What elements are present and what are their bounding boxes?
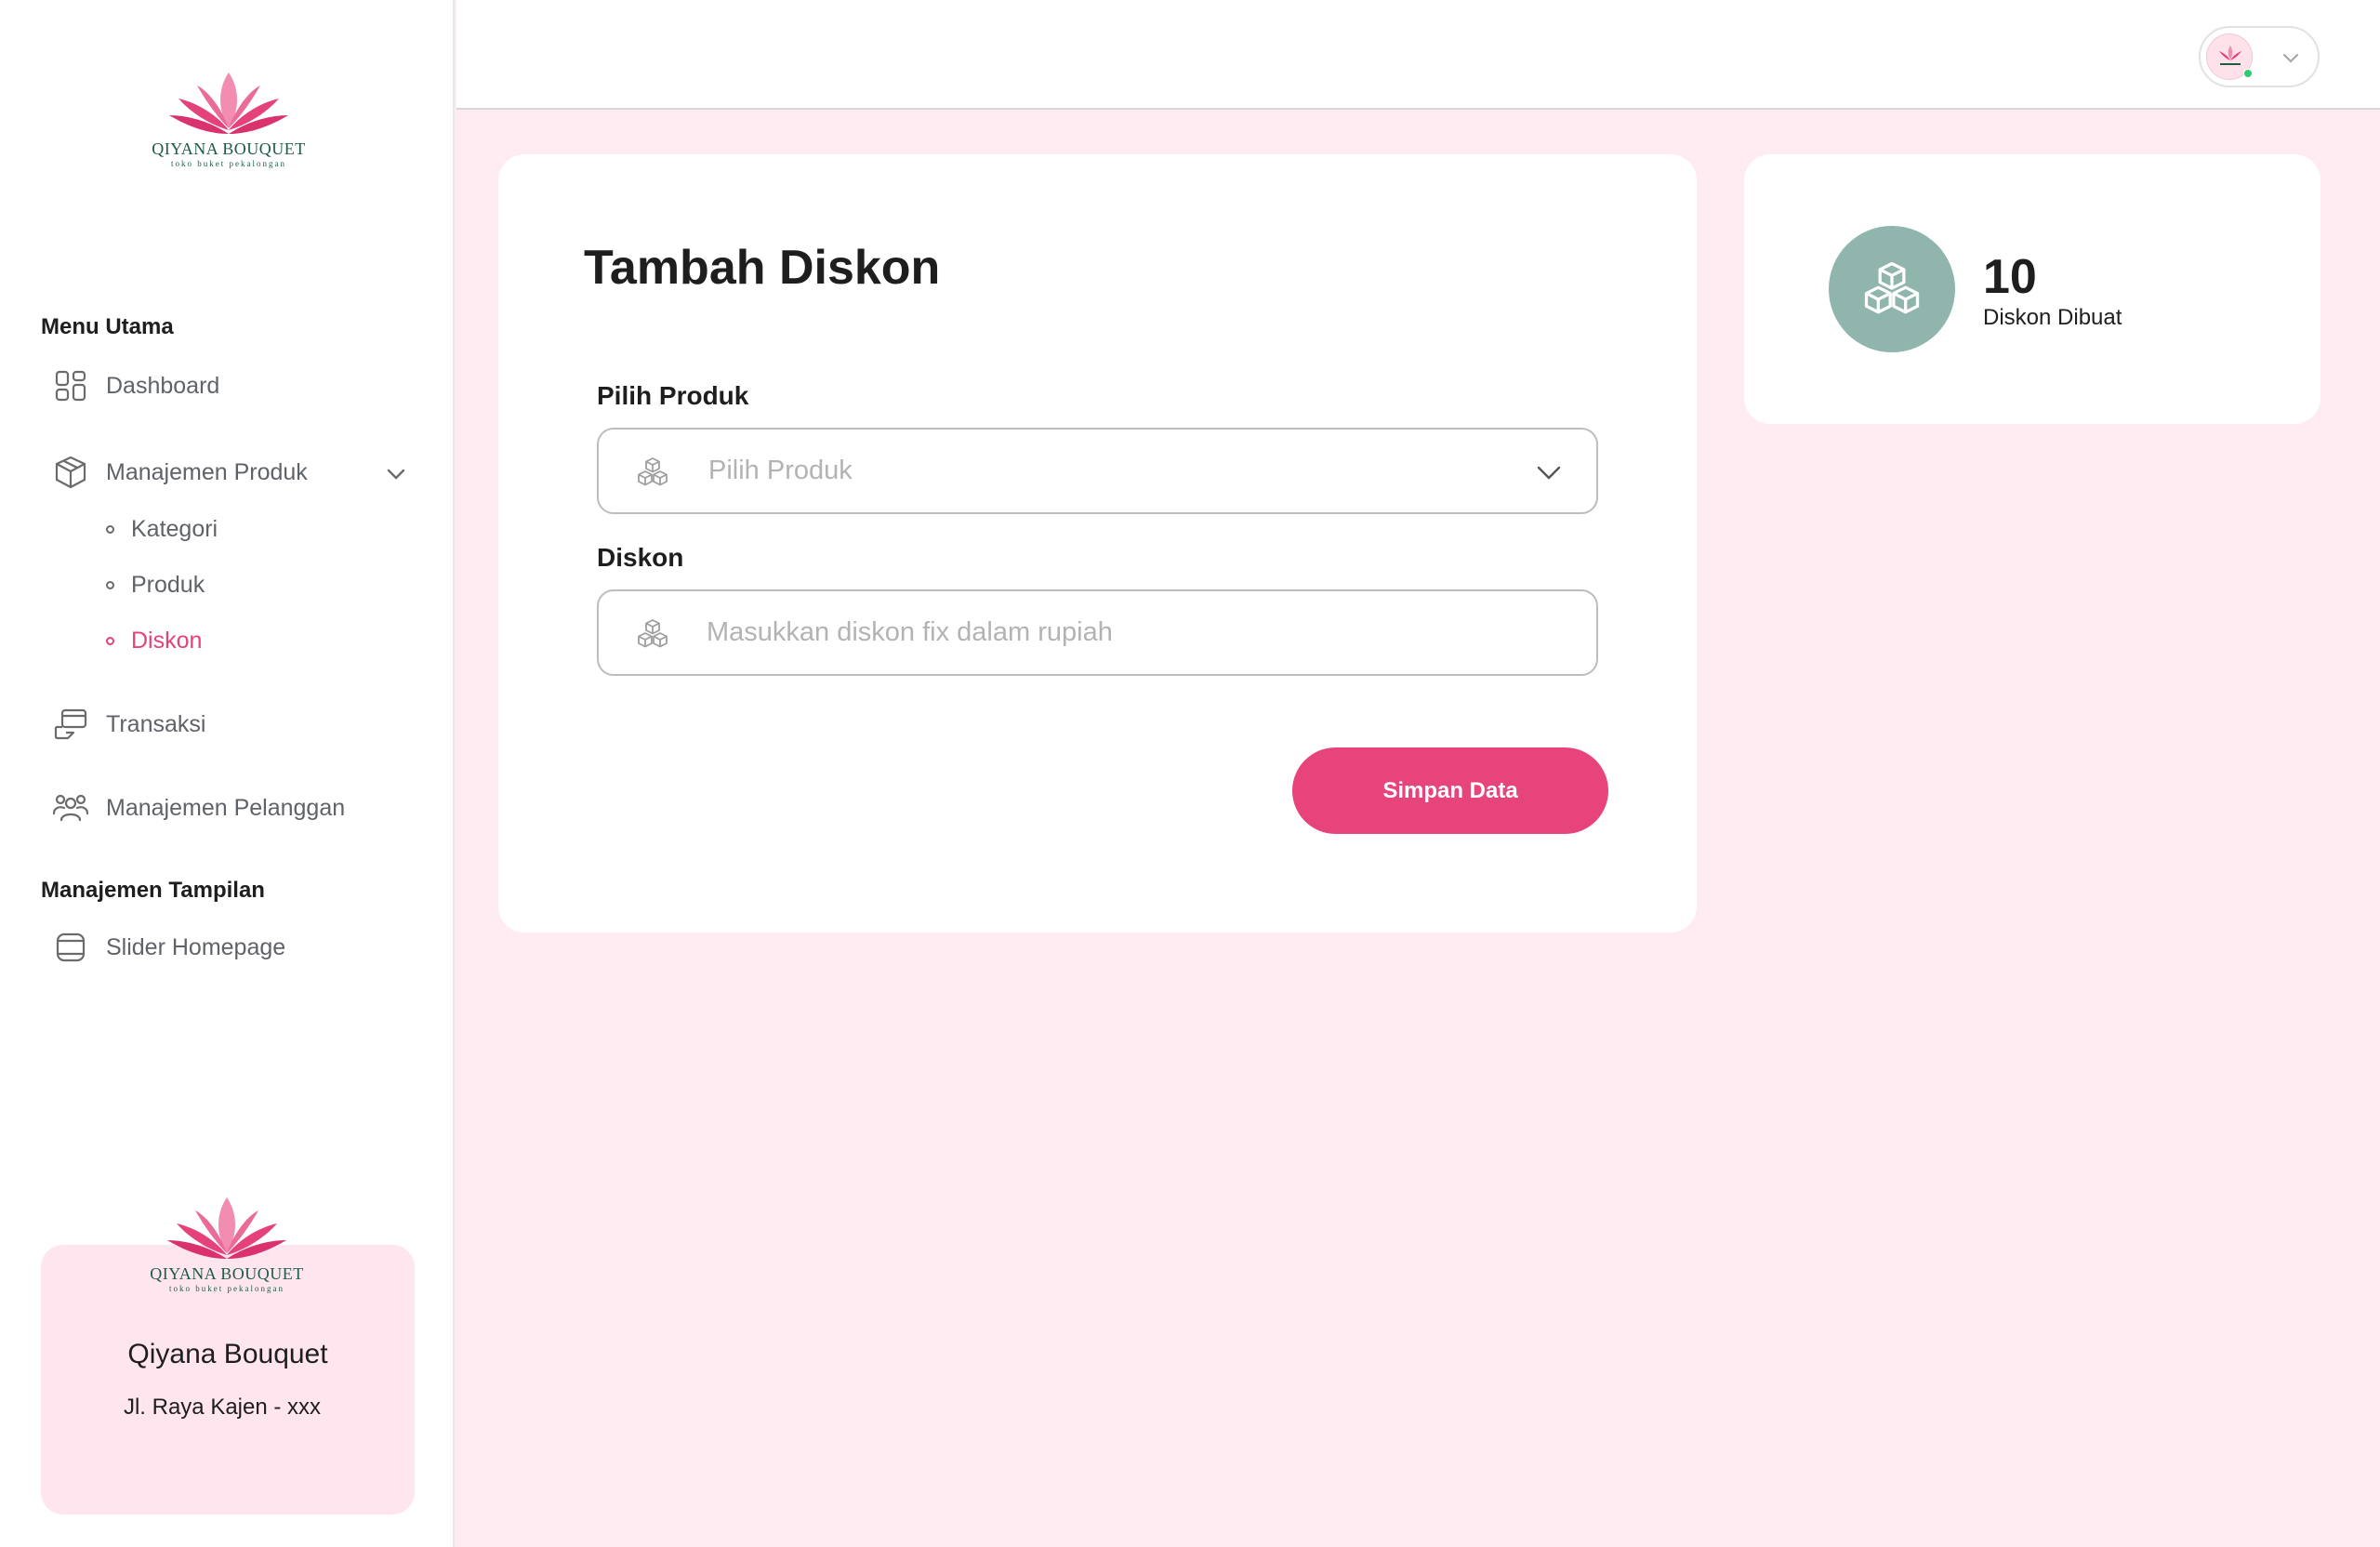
sidebar-subitem-label: Diskon	[131, 627, 203, 654]
stat-value: 10	[1983, 250, 2037, 304]
online-status-indicator	[2243, 69, 2253, 78]
bullet-icon	[106, 580, 114, 589]
sidebar-item-manajemen-pelanggan[interactable]: Manajemen Pelanggan	[52, 787, 345, 828]
chevron-down-icon	[1537, 466, 1561, 480]
lotus-icon	[169, 73, 288, 134]
sidebar-subitem-label: Kategori	[131, 515, 218, 542]
stat-icon-circle	[1829, 226, 1955, 352]
users-icon	[52, 789, 89, 826]
lotus-icon	[167, 1197, 286, 1259]
brand-tagline: toko buket pekalongan	[171, 159, 286, 168]
sidebar-item-label: Dashboard	[106, 372, 220, 399]
sidebar-item-label: Transaksi	[106, 710, 206, 737]
store-address: Jl. Raya Kajen - xxx	[123, 1395, 322, 1420]
top-bar	[456, 0, 2380, 110]
product-field-label: Pilih Produk	[597, 381, 749, 410]
chevron-down-icon	[2282, 53, 2299, 63]
slider-icon	[52, 929, 89, 966]
product-select[interactable]: Pilih Produk	[597, 428, 1598, 514]
page-title: Tambah Diskon	[584, 241, 941, 295]
sidebar-subitem-kategori[interactable]: Kategori	[106, 510, 218, 548]
sidebar-item-label: Manajemen Pelanggan	[106, 794, 346, 821]
stat-label: Diskon Dibuat	[1983, 305, 2122, 330]
save-button[interactable]: Simpan Data	[1292, 747, 1608, 834]
bullet-icon	[106, 636, 114, 645]
boxes-icon	[1864, 261, 1920, 314]
profile-menu-button[interactable]	[2199, 26, 2320, 87]
brand-logo[interactable]: QIYANA BOUQUET toko buket pekalongan	[151, 71, 307, 168]
discount-field[interactable]	[597, 589, 1598, 676]
section-title-display: Manajemen Tampilan	[41, 878, 265, 903]
discount-field-label: Diskon	[597, 543, 684, 572]
sidebar-item-label: Manajemen Produk	[106, 458, 308, 485]
bullet-icon	[106, 524, 114, 534]
grid-icon	[52, 367, 89, 404]
sidebar-item-transaksi[interactable]: Transaksi	[52, 704, 205, 745]
store-name: Qiyana Bouquet	[127, 1339, 328, 1369]
boxes-icon	[638, 457, 668, 486]
sidebar-subitem-label: Produk	[131, 571, 205, 598]
sidebar-item-manajemen-produk[interactable]: Manajemen Produk	[52, 452, 308, 493]
box-icon	[52, 454, 89, 491]
store-logo: QIYANA BOUQUET toko buket pekalongan	[149, 1196, 305, 1293]
sidebar-item-label: Slider Homepage	[106, 933, 286, 960]
section-title-main: Menu Utama	[41, 314, 174, 339]
sidebar-item-slider-homepage[interactable]: Slider Homepage	[52, 927, 285, 968]
sidebar-subitem-diskon[interactable]: Diskon	[106, 622, 202, 659]
chevron-down-icon[interactable]	[381, 459, 411, 489]
boxes-icon	[638, 619, 668, 648]
sidebar-item-dashboard[interactable]: Dashboard	[52, 365, 219, 406]
sidebar-subitem-produk[interactable]: Produk	[106, 566, 205, 603]
product-select-value: Pilih Produk	[708, 456, 853, 485]
discount-input[interactable]	[707, 591, 1562, 674]
transaction-icon	[52, 706, 89, 743]
sidebar: QIYANA BOUQUET toko buket pekalongan Men…	[0, 0, 455, 1547]
brand-tagline: toko buket pekalongan	[169, 1284, 284, 1293]
brand-name: QIYANA BOUQUET	[150, 1264, 304, 1283]
brand-name: QIYANA BOUQUET	[152, 139, 306, 158]
